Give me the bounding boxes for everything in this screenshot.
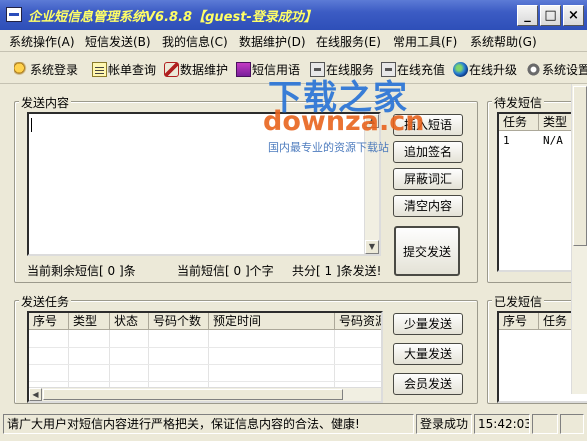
scroll-left-icon[interactable]: ◀ (29, 388, 42, 401)
pending-row-type[interactable]: N/A (543, 134, 563, 147)
submit-send-button[interactable]: 提交发送 (394, 226, 460, 276)
task-col-scheduled-time[interactable]: 预定时间 (209, 313, 335, 330)
watermark-slogan: 国内最专业的资源下载站 (268, 141, 389, 154)
pending-col-task[interactable]: 任务 (499, 114, 539, 131)
append-signature-button[interactable]: 追加签名 (393, 141, 463, 163)
status-time: 15:42:03 (474, 414, 530, 434)
bulk-send-button[interactable]: 大量发送 (393, 343, 463, 365)
tool-system-settings[interactable]: 系统设置 (526, 60, 587, 78)
grid-line (29, 364, 381, 365)
tool-data-maintenance[interactable]: 数据维护 (164, 60, 228, 78)
task-col-number-source[interactable]: 号码资源 (335, 313, 381, 330)
grid-line (29, 347, 381, 348)
filter-words-button[interactable]: 屏蔽词汇 (393, 168, 463, 190)
title-bar[interactable]: 企业短信息管理系统V6.8.8【guest-登录成功】 _ □ × (0, 0, 587, 30)
sent-sms-legend: 已发短信 (492, 293, 545, 310)
send-task-group: 发送任务 序号 类型 状态 号码个数 预定时间 号码资源 ◀ 少量发送 大量发送… (14, 293, 478, 404)
sent-col-index[interactable]: 序号 (499, 313, 539, 330)
book-icon (236, 61, 251, 77)
current-chars-label: 当前短信[ 0 ]个字 (177, 264, 274, 278)
remaining-sms-label: 当前剩余短信[ 0 ]条 (27, 264, 136, 278)
total-parts-label: 共分[ 1 ]条发送! (292, 264, 382, 278)
text-cursor (31, 118, 32, 132)
app-icon[interactable] (6, 7, 22, 22)
menu-bar: 系统操作(A) 短信发送(B) 我的信息(C) 数据维护(D) 在线服务(E) … (0, 30, 587, 52)
status-extra-panel (532, 414, 558, 434)
notepad-icon (92, 61, 107, 77)
status-notice: 请广大用户对短信内容进行严格把关，保证信息内容的合法、健康! (3, 414, 414, 434)
main-vscrollbar[interactable] (571, 84, 587, 394)
menu-system-ops[interactable]: 系统操作(A) (9, 33, 75, 50)
menu-my-info[interactable]: 我的信息(C) (162, 33, 228, 50)
minimize-button[interactable]: _ (517, 5, 538, 26)
window-title: 企业短信息管理系统V6.8.8【guest-登录成功】 (28, 10, 317, 25)
close-button[interactable]: × (563, 5, 584, 26)
maximize-button[interactable]: □ (540, 5, 561, 26)
status-login: 登录成功 (416, 414, 472, 434)
menu-data-maintenance[interactable]: 数据维护(D) (239, 33, 306, 50)
status-bar: 请广大用户对短信内容进行严格把关，保证信息内容的合法、健康! 登录成功 15:4… (0, 411, 587, 441)
task-col-count[interactable]: 号码个数 (149, 313, 209, 330)
menu-sms-send[interactable]: 短信发送(B) (85, 33, 151, 50)
scroll-down-icon[interactable]: ▼ (365, 240, 379, 254)
watermark-logo-en: downza.cn (263, 106, 425, 137)
send-task-legend: 发送任务 (19, 293, 72, 310)
task-col-status[interactable]: 状态 (110, 313, 149, 330)
globe-icon (453, 61, 468, 77)
scroll-thumb[interactable] (43, 389, 343, 400)
status-extra-panel (560, 414, 584, 434)
menu-common-tools[interactable]: 常用工具(F) (393, 33, 457, 50)
menu-online-service[interactable]: 在线服务(E) (316, 33, 381, 50)
send-content-legend: 发送内容 (19, 94, 72, 111)
tool-online-upgrade[interactable]: 在线升级 (453, 60, 517, 78)
scroll-thumb[interactable] (573, 86, 587, 246)
grid-line (29, 381, 381, 382)
pending-sms-legend: 待发短信 (492, 94, 545, 111)
gear-icon (526, 61, 541, 77)
member-send-button[interactable]: 会员发送 (393, 373, 463, 395)
key-icon (14, 61, 29, 77)
task-col-type[interactable]: 类型 (69, 313, 110, 330)
menu-system-help[interactable]: 系统帮助(G) (470, 33, 537, 50)
pending-row-task[interactable]: 1 (503, 134, 510, 147)
task-hscrollbar[interactable]: ◀ (29, 387, 381, 401)
clear-content-button[interactable]: 清空内容 (393, 195, 463, 217)
task-list[interactable]: 序号 类型 状态 号码个数 预定时间 号码资源 ◀ (27, 311, 383, 403)
tool-system-login[interactable]: 系统登录 (14, 60, 78, 78)
small-batch-send-button[interactable]: 少量发送 (393, 313, 463, 335)
tools-icon (164, 61, 179, 77)
tool-bill-query[interactable]: 帐单查询 (92, 60, 156, 78)
task-col-index[interactable]: 序号 (29, 313, 69, 330)
